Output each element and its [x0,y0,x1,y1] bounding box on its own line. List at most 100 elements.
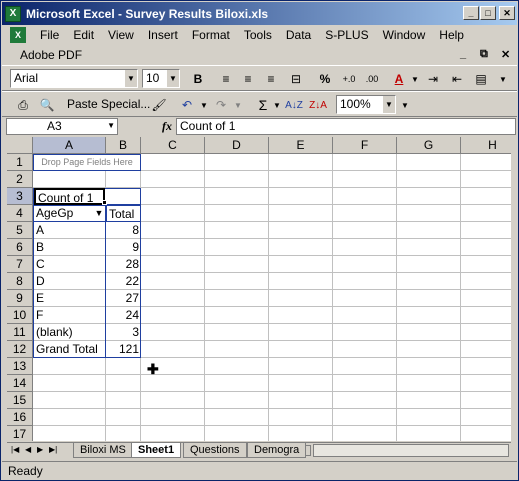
gridline [396,154,397,441]
chevron-down-icon[interactable]: ▼ [383,96,395,113]
row-header[interactable]: 10 [7,307,33,324]
adobe-pdf-menu[interactable]: Adobe PDF [20,48,82,62]
menu-data[interactable]: Data [286,28,311,42]
chevron-down-icon[interactable]: ▼ [195,96,213,114]
column-header[interactable]: E [269,137,333,154]
font-name-combo[interactable]: Arial ▼ [10,69,138,88]
tab-demographics[interactable]: Demogra [247,443,307,458]
row-field-label[interactable]: AgeGp [34,205,94,222]
row-header[interactable]: 7 [7,256,33,273]
print-preview-icon[interactable]: 🔍 [38,96,56,114]
tab-biloxi-ms[interactable]: Biloxi MS [73,443,133,458]
percent-style-icon[interactable]: % [316,70,334,88]
chevron-down-icon[interactable]: ▼ [167,70,179,87]
toolbar-options-icon[interactable]: ▼ [396,96,414,114]
zoom-combo[interactable]: 100% ▼ [336,95,396,114]
undo-icon[interactable]: ↶ [178,96,196,114]
prev-sheet-icon[interactable]: ◀ [25,445,31,454]
menu-format[interactable]: Format [192,28,230,42]
menu-tools[interactable]: Tools [244,28,272,42]
last-sheet-icon[interactable]: ▶| [49,445,57,454]
paste-special-button[interactable]: Paste Special... [67,97,150,111]
formatting-toolbar: Arial ▼ 10 ▼ B ≡ ≡ ≡ ⊟ % +.0 .00 A ▼ ⇥ ⇤… [2,65,517,91]
row-header[interactable]: 2 [7,171,33,188]
gridline [33,408,511,409]
row-header[interactable]: 4 [7,205,33,222]
bold-button[interactable]: B [189,70,207,88]
tab-sheet1[interactable]: Sheet1 [131,443,182,458]
row-header[interactable]: 6 [7,239,33,256]
select-all-corner[interactable] [7,137,33,154]
print-icon[interactable]: ⎙ [14,96,32,114]
doc-minimize-icon[interactable]: _ [460,48,466,60]
row-header[interactable]: 13 [7,358,33,375]
menu-insert[interactable]: Insert [148,28,178,42]
menu-edit[interactable]: Edit [73,28,94,42]
sort-ascending-icon[interactable]: A↓Z [285,96,303,114]
menu-window[interactable]: Window [383,28,426,42]
chevron-down-icon[interactable]: ▼ [406,70,424,88]
formula-input[interactable]: Count of 1 [176,118,516,135]
first-sheet-icon[interactable]: |◀ [11,445,19,454]
name-box[interactable]: A3 ▼ [6,118,118,135]
column-header[interactable]: A [33,137,106,154]
tab-split-handle[interactable] [305,445,311,456]
row-header[interactable]: 12 [7,341,33,358]
redo-icon[interactable]: ↷ [212,96,230,114]
chevron-down-icon[interactable]: ▼ [229,96,247,114]
document-icon[interactable]: X [10,27,26,43]
excel-app-icon[interactable]: X [5,5,21,22]
row-header[interactable]: 8 [7,273,33,290]
row-header[interactable]: 14 [7,375,33,392]
increase-decimal-icon[interactable]: +.0 [340,70,358,88]
sort-descending-icon[interactable]: Z↓A [309,96,327,114]
column-header[interactable]: G [397,137,461,154]
worksheet-grid[interactable]: A B C D E F G H 1 2 3 4 5 6 7 8 9 10 11 … [7,137,511,441]
align-left-icon[interactable]: ≡ [217,70,235,88]
row-header[interactable]: 15 [7,392,33,409]
next-sheet-icon[interactable]: ▶ [37,445,43,454]
minimize-icon[interactable]: _ [463,6,479,20]
chevron-down-icon[interactable]: ▼ [107,121,115,130]
row-header[interactable]: 9 [7,290,33,307]
doc-close-icon[interactable]: ✕ [501,48,510,61]
menu-file[interactable]: File [40,28,59,42]
decrease-decimal-icon[interactable]: .00 [363,70,381,88]
horizontal-scrollbar[interactable] [313,444,509,457]
column-header[interactable]: B [106,137,141,154]
dropdown-arrow-icon[interactable]: ▼ [93,207,105,220]
maximize-icon[interactable]: □ [480,6,496,20]
merge-center-icon[interactable]: ⊟ [287,70,305,88]
align-center-icon[interactable]: ≡ [239,70,257,88]
active-cell-a3[interactable]: Count of 1 [34,188,105,205]
row-header[interactable]: 3 [7,188,33,205]
status-text: Ready [8,464,43,478]
format-icon[interactable]: ▤ [472,70,490,88]
column-header[interactable]: F [333,137,397,154]
row-header[interactable]: 16 [7,409,33,426]
page-field-drop-zone[interactable]: Drop Page Fields Here [33,154,141,171]
gridline [33,425,511,426]
row-header[interactable]: 1 [7,154,33,171]
row-header[interactable]: 17 [7,426,33,441]
format-painter-icon[interactable]: 🖌 [150,96,168,114]
row-header[interactable]: 5 [7,222,33,239]
align-right-icon[interactable]: ≡ [262,70,280,88]
close-icon[interactable]: ✕ [499,6,515,20]
chevron-down-icon[interactable]: ▼ [125,70,137,87]
outdent-icon[interactable]: ⇤ [448,70,466,88]
chevron-down-icon[interactable]: ▼ [268,96,286,114]
menu-splus[interactable]: S-PLUS [325,28,368,42]
doc-restore-icon[interactable]: ⧉ [480,48,488,61]
tab-questions[interactable]: Questions [183,443,247,458]
toolbar-options-icon[interactable]: ▼ [494,70,512,88]
column-header[interactable]: H [461,137,511,154]
font-size-combo[interactable]: 10 ▼ [142,69,180,88]
menu-view[interactable]: View [108,28,134,42]
menu-help[interactable]: Help [439,28,464,42]
column-header[interactable]: C [141,137,205,154]
row-header[interactable]: 11 [7,324,33,341]
indent-icon[interactable]: ⇥ [424,70,442,88]
insert-function-icon[interactable]: fx [162,119,172,134]
column-header[interactable]: D [205,137,269,154]
